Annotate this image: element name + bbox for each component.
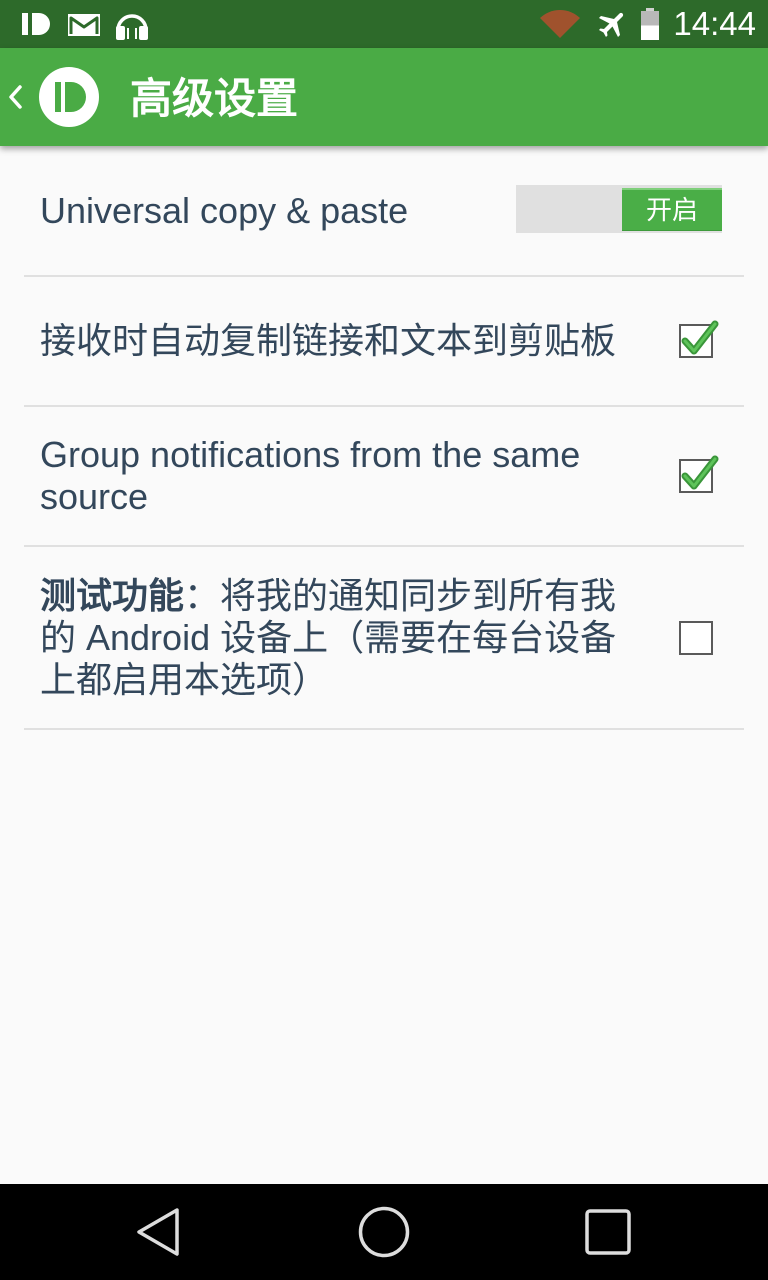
setting-label: Group notifications from the same source — [40, 434, 581, 517]
battery-icon — [641, 8, 659, 40]
group-notifications-checkbox[interactable] — [676, 454, 720, 498]
setting-universal-copy-paste[interactable]: Universal copy & paste 开启 — [24, 146, 744, 277]
chevron-left-icon[interactable] — [4, 84, 24, 110]
gmail-icon — [68, 14, 100, 36]
status-bar: 14:44 — [0, 0, 768, 48]
airplane-mode-icon — [598, 12, 624, 38]
setting-auto-copy[interactable]: 接收时自动复制链接和文本到剪贴板 — [24, 277, 744, 407]
auto-copy-checkbox[interactable] — [676, 319, 720, 363]
nav-buttons — [137, 1206, 631, 1258]
clock: 14:44 — [673, 5, 756, 42]
recents-icon[interactable] — [585, 1209, 631, 1255]
beta-feature-label: 测试功能 — [40, 574, 185, 616]
page-title: 高级设置 — [130, 75, 299, 122]
setting-label: 测试功能：将我的通知同步到所有我的 Android 设备上（需要在每台设备上都启… — [40, 575, 640, 701]
setting-group-notifications[interactable]: Group notifications from the same source — [24, 407, 744, 547]
navigation-bar — [0, 1184, 768, 1280]
settings-list: Universal copy & paste 开启 接收时自动复制链接和文本到剪… — [24, 146, 744, 730]
back-icon[interactable] — [137, 1208, 179, 1256]
sync-notifications-checkbox[interactable] — [676, 616, 720, 660]
battery-level-fill — [641, 25, 659, 40]
toggle-on-label: 开启 — [622, 187, 722, 231]
setting-label: 接收时自动复制链接和文本到剪贴板 — [40, 320, 617, 361]
headphones-icon — [116, 14, 148, 40]
app-bar: 高级设置 — [0, 48, 768, 146]
pushbullet-icon — [22, 13, 50, 35]
setting-sync-notifications-beta[interactable]: 测试功能：将我的通知同步到所有我的 Android 设备上（需要在每台设备上都启… — [24, 547, 744, 730]
universal-copy-paste-toggle[interactable]: 开启 — [516, 184, 722, 233]
pushbullet-logo-icon[interactable] — [39, 67, 99, 127]
home-icon[interactable] — [358, 1206, 410, 1258]
wifi-icon — [540, 10, 580, 38]
